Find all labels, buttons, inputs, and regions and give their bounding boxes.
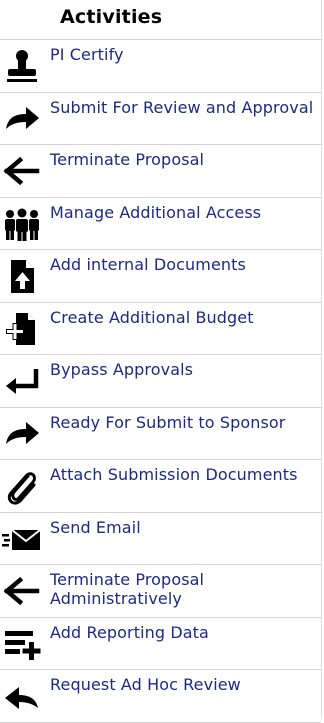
activity-send-email[interactable]: Send Email [0, 513, 321, 565]
activity-label[interactable]: Create Additional Budget [44, 303, 254, 327]
activity-label[interactable]: Submit For Review and Approval [44, 93, 313, 117]
activity-label[interactable]: Send Email [44, 513, 141, 537]
document-add-icon [0, 250, 44, 302]
arrow-right-icon [0, 93, 44, 145]
activity-create-additional-budget[interactable]: Create Additional Budget [0, 303, 321, 355]
activity-request-ad-hoc-review[interactable]: Request Ad Hoc Review [0, 670, 321, 723]
return-arrow-icon [0, 355, 44, 407]
arrow-right-icon [0, 408, 44, 460]
activity-label[interactable]: Terminate Proposal Administratively [44, 565, 321, 608]
activities-heading: Activities [0, 0, 321, 40]
activity-terminate-proposal[interactable]: Terminate Proposal [0, 145, 321, 198]
activity-add-internal-documents[interactable]: Add internal Documents [0, 250, 321, 303]
group-users-icon [0, 198, 44, 250]
stamp-icon [0, 40, 44, 92]
send-email-icon [0, 513, 44, 565]
activities-panel: Activities PI Certify Submit For Review … [0, 0, 322, 723]
activity-submit-for-review[interactable]: Submit For Review and Approval [0, 93, 321, 145]
activity-bypass-approvals[interactable]: Bypass Approvals [0, 355, 321, 408]
reply-arrow-icon [0, 670, 44, 722]
activity-label[interactable]: Add Reporting Data [44, 618, 209, 642]
activity-manage-additional-access[interactable]: Manage Additional Access [0, 198, 321, 250]
arrow-left-icon [0, 145, 44, 197]
activity-label[interactable]: Add internal Documents [44, 250, 246, 274]
activity-label[interactable]: Attach Submission Documents [44, 460, 298, 484]
activity-ready-for-submit[interactable]: Ready For Submit to Sponsor [0, 408, 321, 460]
activity-attach-submission-documents[interactable]: Attach Submission Documents [0, 460, 321, 513]
activity-label[interactable]: Manage Additional Access [44, 198, 261, 222]
activity-add-reporting-data[interactable]: Add Reporting Data [0, 618, 321, 670]
activity-pi-certify[interactable]: PI Certify [0, 40, 321, 93]
activity-label[interactable]: PI Certify [44, 40, 124, 64]
activity-label[interactable]: Bypass Approvals [44, 355, 193, 379]
budget-add-icon [0, 303, 44, 355]
activity-terminate-administratively[interactable]: Terminate Proposal Administratively [0, 565, 321, 618]
activities-list: PI Certify Submit For Review and Approva… [0, 40, 321, 723]
activity-label[interactable]: Ready For Submit to Sponsor [44, 408, 285, 432]
list-add-icon [0, 618, 44, 670]
arrow-left-icon [0, 565, 44, 617]
paperclip-icon [0, 460, 44, 512]
activity-label[interactable]: Terminate Proposal [44, 145, 204, 169]
activity-label[interactable]: Request Ad Hoc Review [44, 670, 241, 694]
